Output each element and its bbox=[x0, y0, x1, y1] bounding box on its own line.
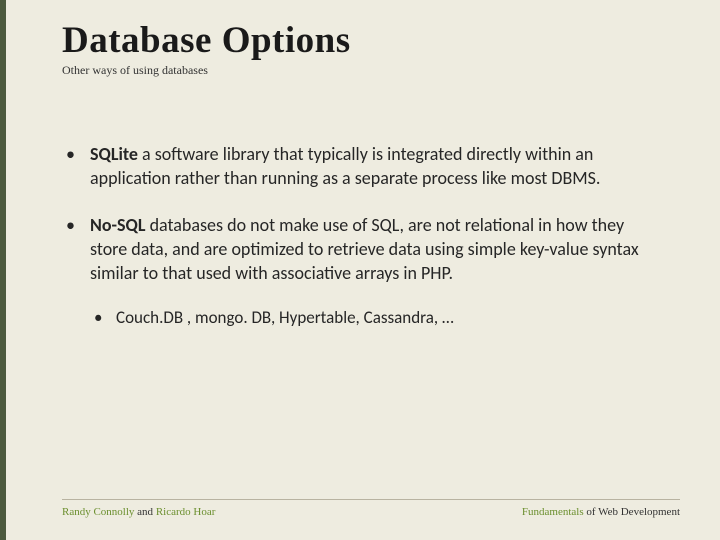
bullet-text: a software library that typically is int… bbox=[90, 143, 600, 189]
bullet-list: SQLite a software library that typically… bbox=[62, 142, 664, 330]
footer-author-a: Randy Connolly bbox=[62, 506, 137, 518]
bullet-strong: SQLite bbox=[90, 143, 138, 165]
content-area: SQLite a software library that typically… bbox=[62, 142, 664, 330]
footer: Randy Connolly and Ricardo Hoar Fundamen… bbox=[62, 499, 680, 518]
list-item: No-SQL databases do not make use of SQL,… bbox=[90, 213, 664, 331]
footer-right: Fundamentals of Web Development bbox=[522, 506, 680, 518]
page-title: Database Options bbox=[62, 22, 664, 59]
bullet-strong: No-SQL bbox=[90, 214, 146, 236]
slide: Database Options Other ways of using dat… bbox=[0, 0, 720, 540]
list-item: Couch.DB , mongo. DB, Hypertable, Cassan… bbox=[116, 307, 664, 330]
bullet-text: databases do not make use of SQL, are no… bbox=[90, 214, 639, 285]
footer-author-b: Ricardo Hoar bbox=[156, 506, 216, 518]
page-subtitle: Other ways of using databases bbox=[62, 63, 664, 78]
footer-left: Randy Connolly and Ricardo Hoar bbox=[62, 506, 215, 518]
footer-book-a: Fundamentals bbox=[522, 506, 586, 518]
footer-book-b: of Web Development bbox=[586, 506, 680, 518]
sub-bullet-list: Couch.DB , mongo. DB, Hypertable, Cassan… bbox=[90, 307, 664, 330]
list-item: SQLite a software library that typically… bbox=[90, 142, 664, 191]
footer-conj: and bbox=[137, 506, 156, 518]
